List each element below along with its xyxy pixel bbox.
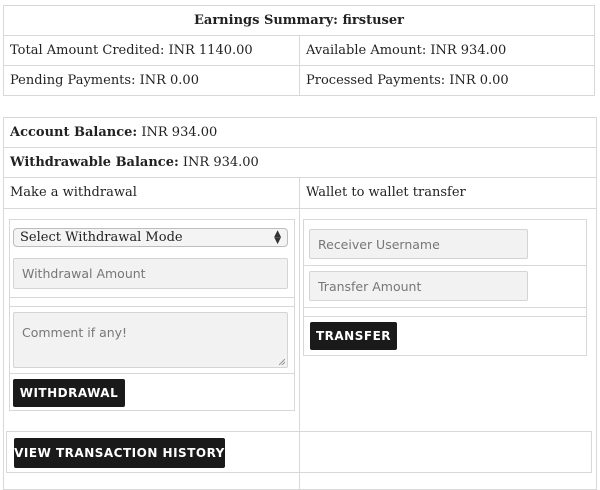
comment-textarea[interactable]: Comment if any!	[13, 312, 288, 368]
receiver-username-input[interactable]: Receiver Username	[309, 229, 528, 259]
receiver-username-placeholder: Receiver Username	[318, 236, 440, 252]
earnings-summary-table: Earnings Summary: firstuser Total Amount…	[3, 5, 595, 96]
history-section: VIEW TRANSACTION HISTORY	[6, 431, 592, 473]
summary-title: Earnings Summary: firstuser	[3, 5, 595, 36]
divider	[304, 265, 586, 266]
transfer-button[interactable]: TRANSFER	[310, 322, 397, 350]
transfer-heading: Wallet to wallet transfer	[300, 178, 596, 209]
withdrawal-amount-placeholder: Withdrawal Amount	[22, 266, 146, 281]
pending-payments: Pending Payments: INR 0.00	[3, 65, 300, 96]
withdrawal-heading: Make a withdrawal	[4, 178, 299, 209]
account-balance-value: INR 934.00	[137, 125, 218, 140]
withdrawal-amount-input[interactable]: Withdrawal Amount	[13, 258, 288, 289]
account-balance-row: Account Balance: INR 934.00	[4, 118, 596, 148]
select-arrows-icon: ▲ ▼	[274, 229, 281, 246]
total-amount-credited: Total Amount Credited: INR 1140.00	[3, 35, 300, 66]
transfer-form: Receiver Username Transfer Amount TRANSF…	[303, 219, 587, 356]
processed-payments: Processed Payments: INR 0.00	[299, 65, 595, 96]
withdrawable-balance-value: INR 934.00	[178, 155, 259, 170]
withdrawal-mode-selected: Select Withdrawal Mode	[20, 230, 183, 245]
withdrawal-form: Select Withdrawal Mode ▲ ▼ Withdrawal Amo…	[9, 219, 295, 411]
resize-grip-icon[interactable]	[279, 359, 285, 365]
withdrawal-mode-select[interactable]: Select Withdrawal Mode ▲ ▼	[13, 228, 288, 247]
transfer-amount-input[interactable]: Transfer Amount	[309, 271, 528, 301]
comment-placeholder: Comment if any!	[22, 325, 128, 340]
withdrawal-button[interactable]: WITHDRAWAL	[13, 379, 125, 407]
divider	[10, 297, 294, 298]
divider	[10, 306, 294, 307]
account-balance-label: Account Balance:	[10, 125, 138, 140]
available-amount: Available Amount: INR 934.00	[299, 35, 595, 66]
withdrawable-balance-row: Withdrawable Balance: INR 934.00	[4, 148, 596, 178]
transfer-amount-placeholder: Transfer Amount	[318, 278, 422, 294]
divider	[304, 316, 586, 317]
withdrawable-balance-label: Withdrawable Balance:	[10, 155, 179, 170]
divider	[10, 373, 294, 374]
divider	[304, 307, 586, 308]
view-transaction-history-button[interactable]: VIEW TRANSACTION HISTORY	[14, 438, 225, 468]
